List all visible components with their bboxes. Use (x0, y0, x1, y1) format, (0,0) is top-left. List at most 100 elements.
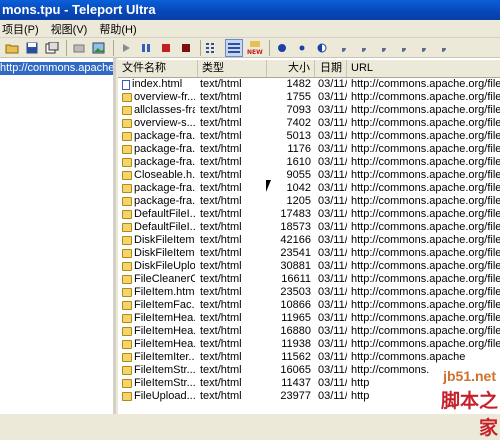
table-row[interactable]: allclasses-fra... text/html 7093 03/11/2 htt… (118, 104, 500, 117)
table-row[interactable]: DefaultFileI... text/html 18573 03/11/2 http… (118, 221, 500, 234)
file-name-cell: FileItemHea... (118, 338, 198, 351)
file-url-cell: http://commons.apache.org/file... (351, 221, 500, 233)
file-type-cell: text/html (200, 78, 242, 90)
column-header-name[interactable]: 文件名称 (118, 60, 198, 77)
settings-icon[interactable] (71, 40, 87, 56)
properties-icon[interactable] (44, 40, 60, 56)
detail-view-icon[interactable] (225, 38, 243, 57)
table-row[interactable]: overview-fr... text/html 1755 03/11/2 http:/… (118, 91, 500, 104)
circle-quarter-icon[interactable] (434, 40, 450, 56)
circle-half-icon[interactable] (314, 40, 330, 56)
file-type-cell: text/html (200, 221, 242, 233)
table-row[interactable]: package-fra... text/html 5013 03/11/2 http:/… (118, 130, 500, 143)
column-header-url[interactable]: URL (347, 60, 500, 77)
file-icon (122, 184, 132, 193)
table-row[interactable]: FileItemHea... text/html 11938 03/11/2 http:… (118, 338, 500, 351)
table-row[interactable]: FileCleanerC... text/html 16611 03/11/2 http… (118, 273, 500, 286)
file-name-text: FileItemHea... (134, 338, 195, 350)
table-row[interactable]: package-fra... text/html 1042 03/11/2 http:/… (118, 182, 500, 195)
circle-full-icon[interactable] (274, 40, 290, 56)
table-row[interactable]: package-fra... text/html 1176 03/11/2 http:/… (118, 143, 500, 156)
file-name-text: FileCleanerC... (134, 273, 195, 285)
table-row[interactable]: DefaultFileI... text/html 17483 03/11/2 http… (118, 208, 500, 221)
menu-project[interactable]: 项目(P) (2, 21, 39, 37)
circle-quarter-icon[interactable] (374, 40, 390, 56)
file-date-cell: 03/11/2 (318, 143, 347, 155)
file-name-text: index.html (132, 78, 183, 90)
file-date-cell: 03/11/2 (318, 312, 347, 324)
file-name-cell: DefaultFileI... (118, 208, 198, 221)
file-date-cell: 03/11/2 (318, 234, 347, 246)
table-row[interactable]: FileItemFac... text/html 10866 03/11/2 http:… (118, 299, 500, 312)
file-name-cell: FileUpload.... (118, 390, 198, 403)
file-date-cell: 03/11/2 (318, 247, 347, 259)
open-folder-icon[interactable] (4, 40, 20, 56)
file-type-cell: text/html (200, 351, 242, 363)
column-header-date[interactable]: 日期 (315, 60, 347, 77)
file-url-cell: http://commons.apache.org/file... (351, 234, 500, 246)
file-type-cell: text/html (200, 390, 242, 402)
stop-icon[interactable] (178, 40, 194, 56)
table-row[interactable]: DiskFileItem... text/html 42166 03/11/2 http… (118, 234, 500, 247)
table-row[interactable]: Closeable.h... text/html 9055 03/11/2 http:/… (118, 169, 500, 182)
file-size-cell: 42166 (280, 234, 311, 246)
toolbar: NEW (0, 38, 500, 58)
file-size-cell: 11437 (281, 377, 311, 389)
file-icon (122, 197, 132, 206)
file-type-cell: text/html (200, 169, 242, 181)
file-icon (122, 379, 132, 388)
file-type-cell: text/html (200, 338, 242, 350)
file-type-cell: text/html (200, 130, 242, 142)
table-row[interactable]: index.html text/html 1482 03/11/2 http://com… (118, 78, 500, 91)
table-row[interactable]: overview-s... text/html 7402 03/11/2 http://… (118, 117, 500, 130)
file-name-text: DiskFileItem... (134, 234, 195, 246)
table-row[interactable]: DiskFileUplo... text/html 30881 03/11/2 http… (118, 260, 500, 273)
file-url-cell: http://commons.apache.org/file... (351, 195, 500, 207)
title-bar: mons.tpu - Teleport Ultra (0, 0, 500, 20)
file-icon (122, 93, 132, 102)
file-name-cell: DefaultFileI... (118, 221, 198, 234)
menu-help[interactable]: 帮助(H) (99, 21, 136, 37)
play-icon[interactable] (118, 40, 134, 56)
file-date-cell: 03/11/2 (318, 221, 347, 233)
file-name-cell: FileCleanerC... (118, 273, 198, 286)
tree-item-selected[interactable]: http://commons.apache.org/ (0, 62, 113, 75)
file-size-cell: 5013 (286, 130, 311, 142)
table-row[interactable]: package-fra... text/html 1610 03/11/2 http:/… (118, 156, 500, 169)
new-icon[interactable]: NEW (247, 40, 263, 56)
file-size-cell: 9055 (286, 169, 311, 181)
file-name-cell: DiskFileItem... (118, 234, 198, 247)
column-header-size[interactable]: 大小 (267, 60, 315, 77)
table-row[interactable]: FileItemHea... text/html 11965 03/11/2 http:… (118, 312, 500, 325)
file-name-text: FileItemHea... (134, 312, 195, 324)
file-type-cell: text/html (200, 234, 242, 246)
table-row[interactable]: FileItem.html text/html 23503 03/11/2 http:/… (118, 286, 500, 299)
window-title: mons.tpu - Teleport Ultra (2, 2, 156, 17)
table-row[interactable]: DiskFileItem... text/html 23541 03/11/2 http… (118, 247, 500, 260)
circle-quarter-icon[interactable] (334, 40, 350, 56)
circle-quarter-icon[interactable] (394, 40, 410, 56)
table-row[interactable]: package-fra... text/html 1205 03/11/2 http:/… (118, 195, 500, 208)
file-list-panel: 文件名称 类型 大小 日期 URL index.html text/html 148… (118, 58, 500, 414)
file-type-cell: text/html (200, 208, 242, 220)
table-row[interactable]: FileItemIter... text/html 11562 03/11/2 http… (118, 351, 500, 364)
column-header-type[interactable]: 类型 (198, 60, 267, 77)
file-size-cell: 30881 (280, 260, 311, 272)
circle-quarter-icon[interactable] (414, 40, 430, 56)
file-name-text: FileUpload.... (134, 390, 195, 402)
file-icon (122, 145, 132, 154)
file-name-cell: DiskFileUplo... (118, 260, 198, 273)
list-view-icon[interactable] (205, 40, 221, 56)
stop-red-icon[interactable] (158, 40, 174, 56)
file-size-cell: 1482 (286, 78, 311, 90)
column-header-row: 文件名称 类型 大小 日期 URL (118, 60, 500, 78)
file-icon (122, 392, 132, 401)
pause-icon[interactable] (138, 40, 154, 56)
circle-dot-icon[interactable] (294, 40, 310, 56)
circle-quarter-icon[interactable] (354, 40, 370, 56)
save-icon[interactable] (24, 40, 40, 56)
file-icon (122, 275, 132, 284)
table-row[interactable]: FileItemHea... text/html 16880 03/11/2 http:… (118, 325, 500, 338)
image-icon[interactable] (91, 40, 107, 56)
menu-view[interactable]: 视图(V) (51, 21, 88, 37)
